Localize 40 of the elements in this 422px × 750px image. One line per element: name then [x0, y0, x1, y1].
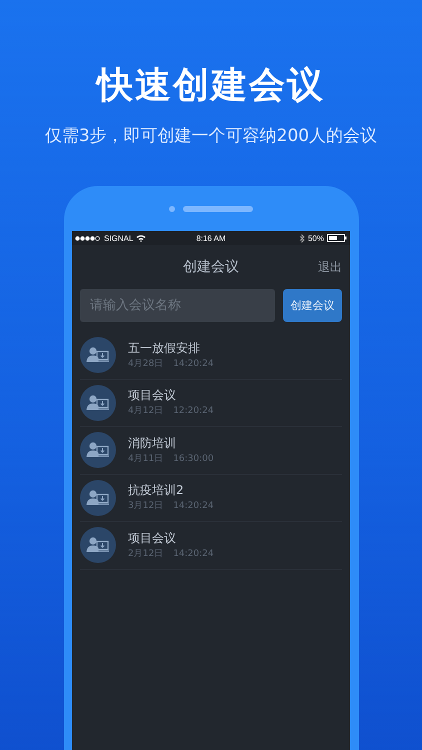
subtitle: 仅需3步，即可创建一个可容纳200人的会议 [44, 125, 378, 148]
meeting-time: 14:20:24 [173, 548, 214, 560]
meeting-time: 14:20:24 [173, 501, 214, 512]
meeting-item[interactable]: 项目会议 2月12日 14:20:24 [80, 522, 342, 570]
meeting-avatar-icon [80, 432, 116, 468]
meeting-name-field[interactable]: 请输入会议名称 [80, 289, 275, 322]
meeting-time: 16:30:00 [173, 454, 214, 465]
meeting-time: 12:20:24 [173, 406, 214, 418]
battery-percent: 50% [308, 234, 324, 242]
wifi-icon [136, 234, 146, 242]
meeting-date: 4月12日 [128, 406, 164, 418]
meeting-avatar-icon [80, 337, 116, 374]
meeting-date: 4月28日 [128, 358, 164, 370]
meeting-item[interactable]: 五一放假安排 4月28日 14:20:24 [80, 332, 342, 380]
speaker-slot [183, 206, 253, 212]
battery-icon [326, 234, 347, 242]
create-meeting-button[interactable]: 创建会议 [283, 289, 342, 322]
meeting-title: 项目会议 [128, 388, 177, 404]
meeting-title: 抗疫培训2 [128, 483, 185, 498]
meeting-item[interactable]: 项目会议 4月12日 12:20:24 [80, 380, 342, 427]
meeting-date: 3月12日 [128, 501, 164, 512]
meeting-date: 4月11日 [128, 454, 164, 465]
meeting-avatar-icon [80, 480, 116, 516]
headline: 快速创建会议 [97, 64, 325, 108]
meeting-item[interactable]: 抗疫培训2 3月12日 14:20:24 [80, 474, 342, 522]
status-time: 8:16 AM [196, 234, 226, 242]
carrier-name: SIGNAL [104, 234, 134, 242]
meeting-title: 项目会议 [128, 530, 177, 546]
meeting-date: 2月12日 [128, 548, 164, 560]
meeting-title: 消防培训 [128, 436, 177, 451]
meeting-item[interactable]: 消防培训 4月11日 16:30:00 [80, 427, 342, 474]
meeting-avatar-icon [80, 384, 116, 421]
logout-link[interactable]: 退出 [318, 258, 342, 276]
meeting-avatar-icon [80, 527, 116, 564]
signal-icon [75, 236, 101, 240]
bluetooth-icon [298, 234, 305, 242]
meeting-title: 五一放假安排 [128, 340, 201, 356]
camera-icon [169, 206, 175, 212]
meeting-time: 14:20:24 [173, 358, 214, 370]
screen-title: 创建会议 [183, 258, 239, 276]
